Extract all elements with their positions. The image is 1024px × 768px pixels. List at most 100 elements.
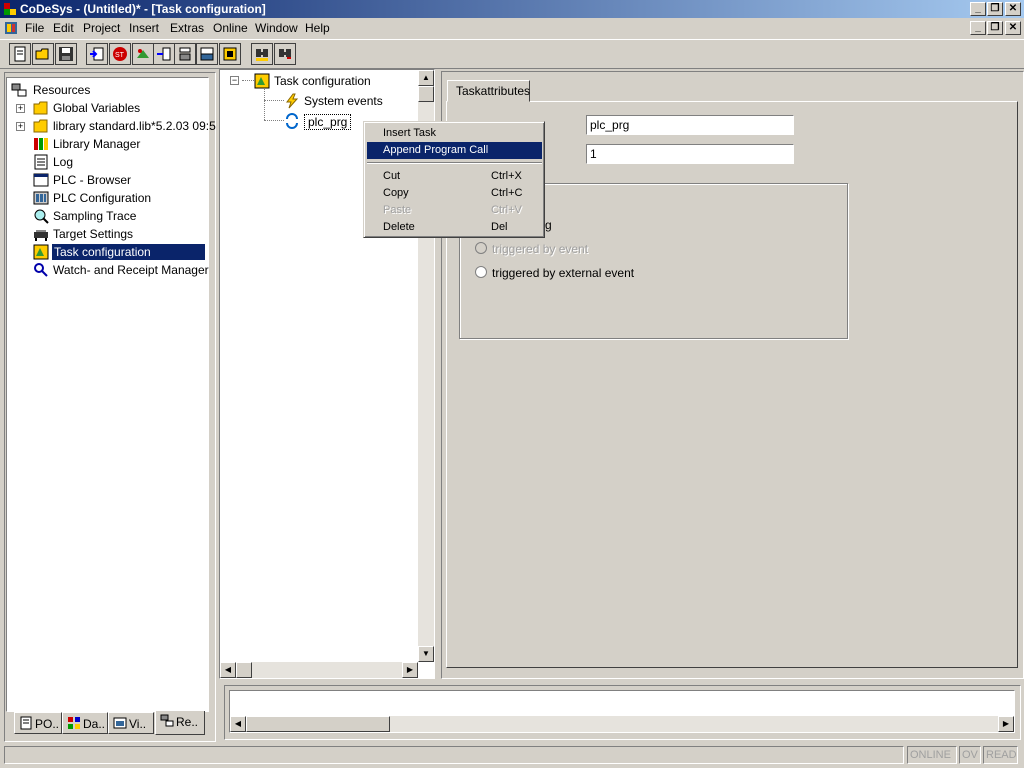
radio-triggered-by-event[interactable] [475, 242, 487, 254]
trace-icon [34, 209, 49, 224]
doc-restore-button[interactable]: ❐ [987, 21, 1003, 35]
menu-item-label: Delete [383, 221, 415, 233]
task-tree-hscrollbar[interactable]: ◀ ▶ [220, 662, 418, 678]
resources-tree[interactable]: Resources + Global Variables + library s… [6, 77, 226, 712]
tree-item-task-configuration[interactable]: Task configuration [33, 243, 205, 261]
toolbar: ST [0, 39, 1024, 69]
replace-icon[interactable] [274, 43, 296, 65]
menu-project[interactable]: Project [83, 21, 120, 35]
expand-global-variables[interactable]: + [16, 104, 25, 113]
menu-insert-task[interactable]: Insert Task [367, 125, 542, 142]
message-hscrollbar[interactable]: ◀ ▶ [230, 716, 1014, 732]
doc-minimize-button[interactable]: _ [970, 21, 986, 35]
tree-label: plc_prg [304, 114, 352, 130]
login-icon[interactable] [86, 43, 108, 65]
breakpoint-icon[interactable] [196, 43, 218, 65]
name-field[interactable]: plc_prg [586, 115, 794, 135]
menu-online[interactable]: Online [213, 21, 248, 35]
step-over-icon[interactable] [174, 43, 196, 65]
radio-label-external: triggered by external event [492, 266, 635, 280]
tree-item-sampling-trace[interactable]: Sampling Trace [33, 207, 203, 225]
library-icon [34, 138, 48, 150]
priority-field[interactable]: 1 [586, 144, 794, 164]
open-icon[interactable] [32, 43, 54, 65]
menu-window[interactable]: Window [255, 21, 298, 35]
menu-bar: File Edit Project Insert Extras Online W… [0, 18, 1024, 38]
lightning-icon [286, 93, 299, 109]
tree-item-library-standard[interactable]: library standard.lib*5.2.03 09:51: [33, 117, 226, 135]
tab-taskattributes[interactable]: Taskattributes [447, 80, 530, 102]
tab-label-text: Taskattributes [456, 84, 531, 98]
menu-paste: Paste Ctrl+V [367, 202, 542, 219]
tab-label: Da.. [83, 717, 106, 731]
program-call-icon [286, 113, 298, 129]
single-cycle-icon[interactable] [219, 43, 241, 65]
tree-label: Sampling Trace [53, 209, 137, 223]
expand-library-standard[interactable]: + [16, 122, 25, 131]
radio-label-event: triggered by event [492, 242, 589, 256]
folder-icon [33, 101, 48, 115]
tree-item-target-settings[interactable]: Target Settings [33, 225, 203, 243]
tree-label: Global Variables [53, 101, 141, 115]
menu-help[interactable]: Help [305, 21, 330, 35]
menu-cut[interactable]: Cut Ctrl+X [367, 168, 542, 185]
tree-label: PLC Configuration [53, 191, 152, 205]
save-icon[interactable] [55, 43, 77, 65]
tab-label: PO.. [35, 717, 60, 731]
minimize-button[interactable]: _ [970, 2, 986, 16]
tree-item-watch-receipt-manager[interactable]: Watch- and Receipt Manager [33, 261, 209, 279]
tree-label: library standard.lib*5.2.03 09:51: [53, 119, 226, 133]
tree-label: PLC - Browser [53, 173, 132, 187]
tab-data-types[interactable]: Da.. [62, 712, 108, 734]
scroll-left-button[interactable]: ◀ [220, 662, 236, 678]
tree-item-log[interactable]: Log [33, 153, 203, 171]
menu-item-label: Copy [383, 187, 409, 199]
resources-icon [11, 83, 27, 97]
tree-label: Task configuration [274, 74, 371, 88]
doc-close-button[interactable]: ✕ [1005, 21, 1021, 35]
run-icon[interactable] [132, 43, 154, 65]
msg-scroll-thumb[interactable] [246, 716, 390, 732]
menu-delete[interactable]: Delete Del [367, 219, 542, 236]
msg-scroll-left-button[interactable]: ◀ [230, 716, 246, 732]
scroll-down-button[interactable]: ▼ [418, 646, 434, 662]
menu-extras[interactable]: Extras [170, 21, 204, 35]
menu-copy[interactable]: Copy Ctrl+C [367, 185, 542, 202]
window-title: CoDeSys - (Untitled)* - [Task configurat… [20, 2, 266, 16]
menu-append-program-call[interactable]: Append Program Call [367, 142, 542, 159]
task-tree-root[interactable]: Task configuration [254, 72, 414, 90]
close-button[interactable]: ✕ [1005, 2, 1021, 16]
tree-item-global-variables[interactable]: Global Variables [33, 99, 203, 117]
message-window[interactable]: ◀ ▶ [229, 690, 1015, 733]
tab-pous[interactable]: PO.. [14, 712, 62, 734]
menu-insert[interactable]: Insert [129, 21, 159, 35]
tab-resources[interactable]: Re.. [155, 711, 205, 735]
target-icon [34, 230, 48, 241]
watch-icon [34, 263, 48, 277]
scroll-thumb[interactable] [418, 86, 434, 102]
msg-scroll-right-button[interactable]: ▶ [998, 716, 1014, 732]
new-icon[interactable] [9, 43, 31, 65]
tree-item-plc-browser[interactable]: PLC - Browser [33, 171, 203, 189]
tab-visualizations[interactable]: Vi.. [108, 712, 154, 734]
log-icon [34, 154, 48, 170]
find-icon[interactable] [251, 43, 273, 65]
browser-icon [33, 173, 49, 187]
menu-edit[interactable]: Edit [53, 21, 74, 35]
hscroll-thumb[interactable] [236, 662, 252, 678]
tree-root-resources[interactable]: Resources [11, 81, 201, 99]
document-system-icon[interactable] [4, 21, 18, 35]
menu-file[interactable]: File [25, 21, 44, 35]
scroll-up-button[interactable]: ▲ [418, 70, 434, 86]
restore-button[interactable]: ❐ [987, 2, 1003, 16]
radio-triggered-by-external-event[interactable] [475, 266, 487, 278]
tree-item-plc-configuration[interactable]: PLC Configuration [33, 189, 203, 207]
step-icon[interactable] [153, 43, 175, 65]
tree-label: Log [53, 155, 74, 169]
stop-icon[interactable]: ST [109, 43, 131, 65]
scroll-right-button[interactable]: ▶ [402, 662, 418, 678]
task-tree-system-events[interactable]: System events [284, 92, 424, 110]
status-ov: OV [959, 746, 981, 764]
collapse-task-configuration[interactable]: − [230, 76, 239, 85]
tree-item-library-manager[interactable]: Library Manager [33, 135, 203, 153]
